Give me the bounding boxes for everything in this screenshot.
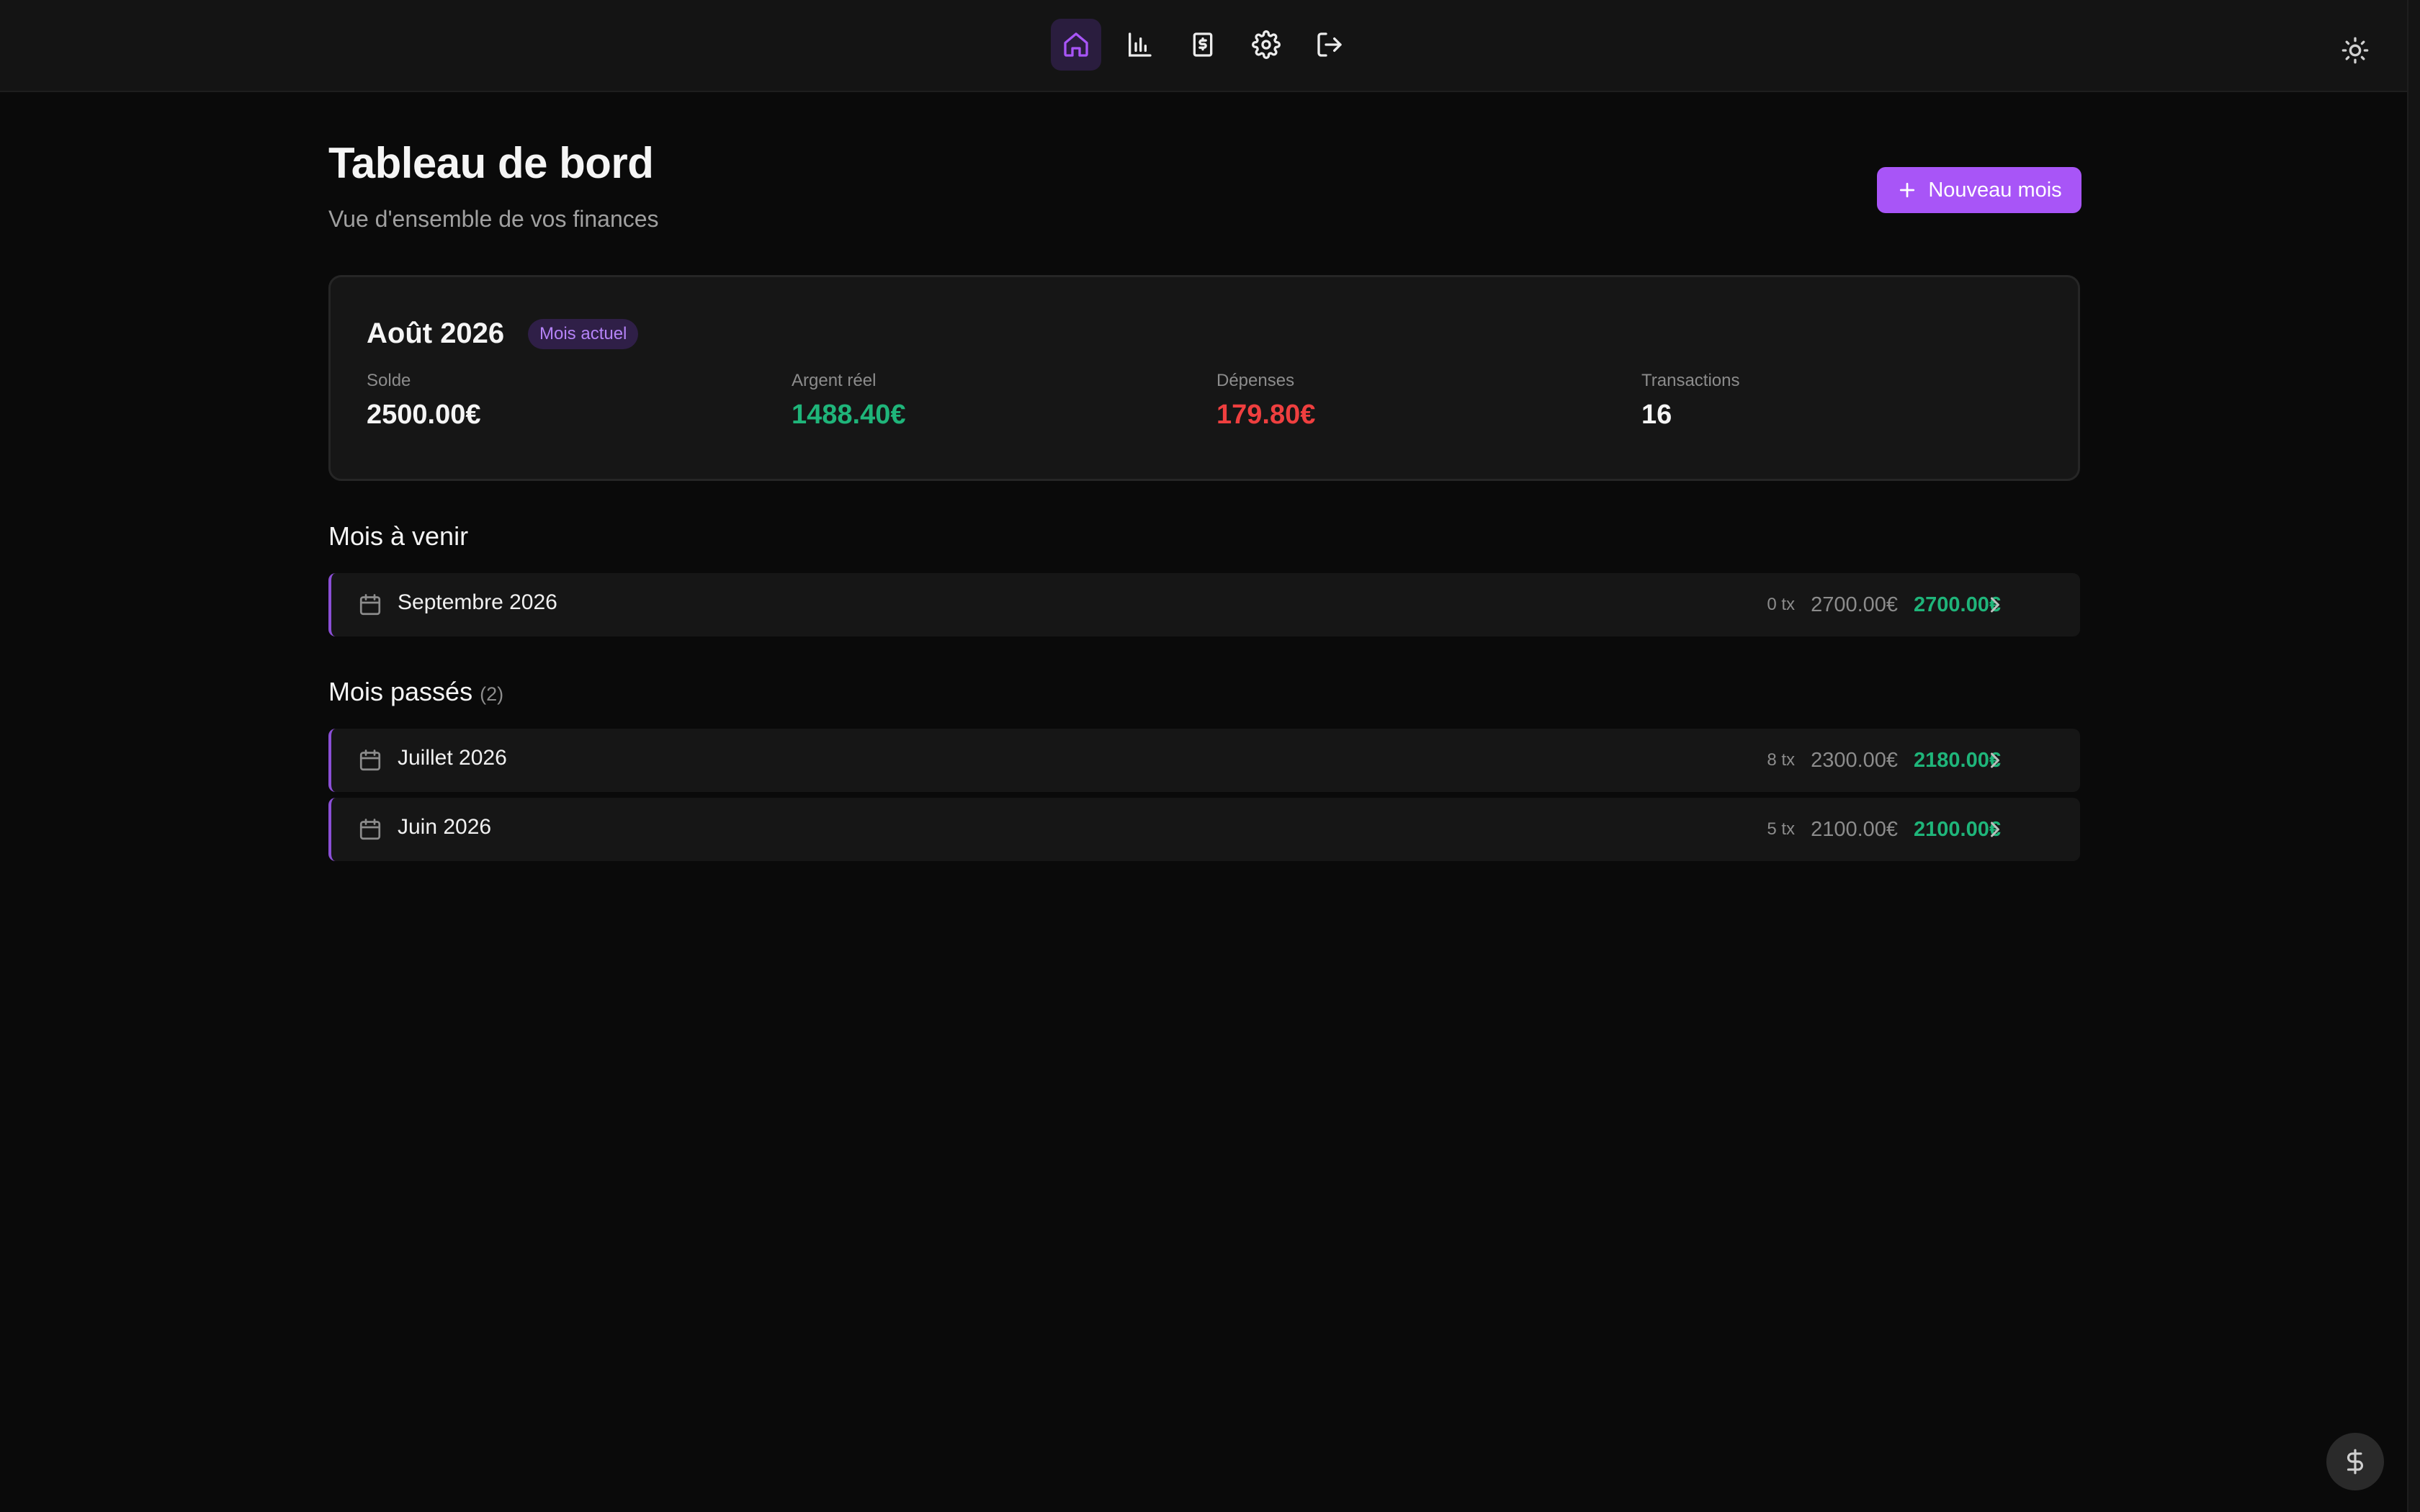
current-month-badge: Mois actuel <box>528 319 639 349</box>
current-month-title: Août 2026 <box>367 318 505 349</box>
stat-value: 179.80€ <box>1216 400 1316 430</box>
gear-icon <box>1252 30 1281 59</box>
stat-label: Argent réel <box>792 371 877 390</box>
stat-balance: Solde 2500.00€ <box>367 371 481 431</box>
stat-transactions: Transactions 16 <box>1641 371 1740 431</box>
past-section-label: Mois passés <box>328 677 473 706</box>
nav-logout-button[interactable] <box>1304 19 1355 71</box>
stat-value: 1488.40€ <box>792 400 906 430</box>
nav-receipts-button[interactable] <box>1178 19 1228 71</box>
month-row-tx-count: 8 tx <box>1767 750 1796 770</box>
upcoming-section-title: Mois à venir <box>328 521 469 551</box>
sun-icon <box>2341 37 2369 64</box>
new-month-label: Nouveau mois <box>1928 178 2062 202</box>
dollar-icon <box>2347 1449 2363 1475</box>
calendar-icon <box>357 747 383 773</box>
calendar-icon <box>357 816 383 842</box>
month-row-total: 2100.00€ <box>1811 817 1899 841</box>
floating-dollar-button[interactable] <box>2326 1433 2384 1490</box>
month-row-label: Juillet 2026 <box>398 746 507 770</box>
calendar-icon <box>357 592 383 618</box>
chevron-right-icon <box>1982 592 2008 618</box>
month-row-summary: 8 tx 2300.00€ 2180.00€ <box>1767 729 2001 792</box>
bar-chart-icon <box>1129 32 1152 57</box>
page-subtitle: Vue d'ensemble de vos finances <box>328 206 659 232</box>
month-row-label: Septembre 2026 <box>398 590 557 614</box>
stat-value: 16 <box>1641 400 1672 430</box>
stat-value: 2500.00€ <box>367 400 481 430</box>
stat-real-money: Argent réel 1488.40€ <box>792 371 906 431</box>
main-nav <box>1051 19 1355 71</box>
month-row-summary: 0 tx 2700.00€ 2700.00€ <box>1767 573 2001 636</box>
month-row-total: 2700.00€ <box>1811 593 1899 616</box>
current-month-card: Août 2026 Mois actuel Solde 2500.00€ Arg… <box>328 275 2080 481</box>
month-row-label: Juin 2026 <box>398 815 492 839</box>
nav-home-button[interactable] <box>1051 19 1101 71</box>
logout-icon <box>1317 32 1342 57</box>
stat-label: Transactions <box>1641 371 1740 390</box>
past-section-title: Mois passés (2) <box>328 677 503 707</box>
month-row-tx-count: 0 tx <box>1767 595 1796 614</box>
nav-settings-button[interactable] <box>1241 19 1291 71</box>
page-title: Tableau de bord <box>328 139 654 187</box>
month-row-total: 2300.00€ <box>1811 748 1899 772</box>
chevron-right-icon <box>1982 816 2008 842</box>
scrollbar[interactable] <box>2407 0 2420 1512</box>
stat-label: Dépenses <box>1216 371 1295 390</box>
home-icon <box>1064 32 1088 57</box>
stat-expenses: Dépenses 179.80€ <box>1216 371 1315 431</box>
top-navbar <box>0 0 2407 92</box>
receipt-dollar-icon <box>1193 32 1213 57</box>
month-row-summary: 5 tx 2100.00€ 2100.00€ <box>1767 798 2001 861</box>
theme-toggle-button[interactable] <box>2338 33 2372 68</box>
new-month-button[interactable]: Nouveau mois <box>1877 167 2081 213</box>
nav-statistics-button[interactable] <box>1114 19 1165 71</box>
month-row-tx-count: 5 tx <box>1767 819 1796 839</box>
month-row-july-2026[interactable]: Juillet 2026 8 tx 2300.00€ 2180.00€ <box>328 729 2080 792</box>
past-section-count: (2) <box>480 683 504 705</box>
month-row-june-2026[interactable]: Juin 2026 5 tx 2100.00€ 2100.00€ <box>328 798 2080 861</box>
stat-label: Solde <box>367 371 411 390</box>
month-row-september-2026[interactable]: Septembre 2026 0 tx 2700.00€ 2700.00€ <box>328 573 2080 636</box>
chevron-right-icon <box>1982 747 2008 773</box>
plus-icon <box>1900 182 1915 198</box>
